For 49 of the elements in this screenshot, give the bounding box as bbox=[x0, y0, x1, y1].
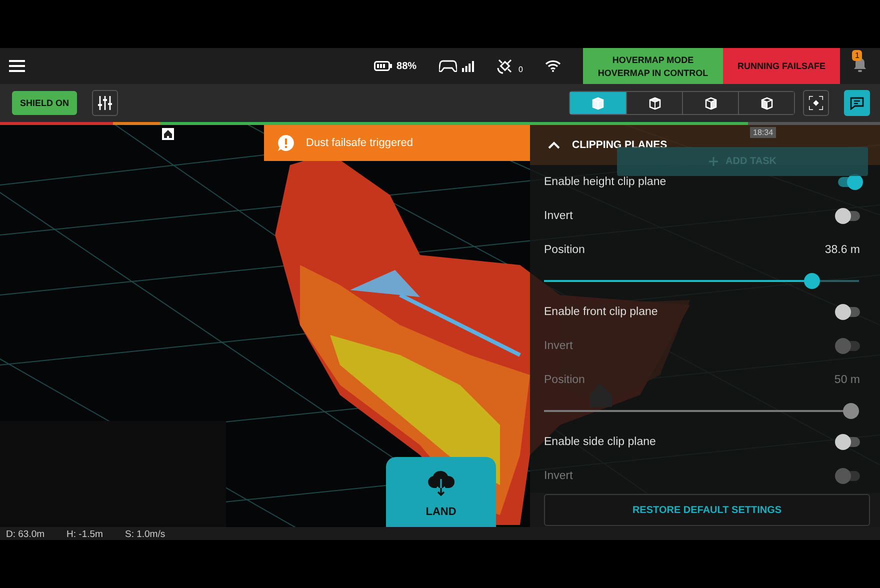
notification-badge: 1 bbox=[852, 50, 862, 61]
setting-value: 38.6 m bbox=[824, 244, 860, 256]
satellite-count: 0 bbox=[518, 65, 523, 74]
mode-title: HOVERMAP MODE bbox=[612, 54, 694, 64]
focus-button[interactable] bbox=[803, 90, 829, 116]
wifi-icon bbox=[545, 60, 561, 72]
message-icon bbox=[850, 96, 864, 110]
shield-button[interactable]: SHIELD ON bbox=[12, 91, 78, 115]
setting-label: Invert bbox=[544, 210, 573, 222]
restore-defaults-button[interactable]: RESTORE DEFAULT SETTINGS bbox=[544, 494, 870, 526]
telemetry-readout: D: 63.0m bbox=[6, 529, 45, 540]
toast-message: Dust failsafe triggered bbox=[306, 137, 413, 149]
battery-level: 88% bbox=[396, 60, 417, 72]
chevron-up-icon[interactable] bbox=[548, 141, 560, 149]
cube-icon bbox=[646, 96, 662, 110]
setting-label: Enable height clip plane bbox=[544, 176, 666, 188]
sliders-icon bbox=[98, 96, 112, 110]
setting-label: Invert bbox=[544, 340, 573, 352]
cube-icon bbox=[702, 96, 718, 110]
view-tab[interactable] bbox=[738, 92, 794, 114]
signal-icon bbox=[462, 60, 474, 72]
time-label: 18:34 bbox=[750, 127, 776, 138]
cube-icon bbox=[590, 96, 606, 110]
failsafe-status: RUNNING FAILSAFE bbox=[723, 48, 840, 84]
telemetry-readout: S: 1.0m/s bbox=[124, 529, 166, 540]
mode-subtitle: HOVERMAP IN CONTROL bbox=[598, 68, 708, 78]
setting-label: Enable side clip plane bbox=[544, 436, 656, 448]
setting-label: Enable front clip plane bbox=[544, 306, 658, 318]
alert-icon bbox=[278, 135, 294, 151]
home-icon bbox=[162, 128, 174, 140]
toggle-switch[interactable] bbox=[838, 211, 860, 221]
setting-label: Position bbox=[544, 244, 585, 256]
focus-icon bbox=[809, 96, 823, 110]
plus-icon bbox=[708, 157, 718, 166]
battery-icon bbox=[374, 61, 392, 71]
cube-icon bbox=[758, 96, 774, 110]
land-button[interactable]: LAND bbox=[386, 457, 496, 527]
filter-button[interactable] bbox=[92, 90, 118, 116]
setting-label: Position bbox=[544, 374, 585, 386]
telemetry-readout: H: -1.5m bbox=[66, 529, 103, 540]
toggle-switch[interactable] bbox=[838, 437, 860, 447]
setting-label: Invert bbox=[544, 470, 573, 482]
cloud-download-icon bbox=[426, 470, 456, 496]
chat-button[interactable] bbox=[844, 90, 870, 116]
satellite-icon bbox=[496, 57, 514, 75]
toggle-switch[interactable] bbox=[838, 307, 860, 317]
setting-value: 50 m bbox=[834, 374, 860, 386]
gamepad-icon bbox=[438, 60, 457, 72]
menu-icon[interactable] bbox=[9, 60, 25, 72]
